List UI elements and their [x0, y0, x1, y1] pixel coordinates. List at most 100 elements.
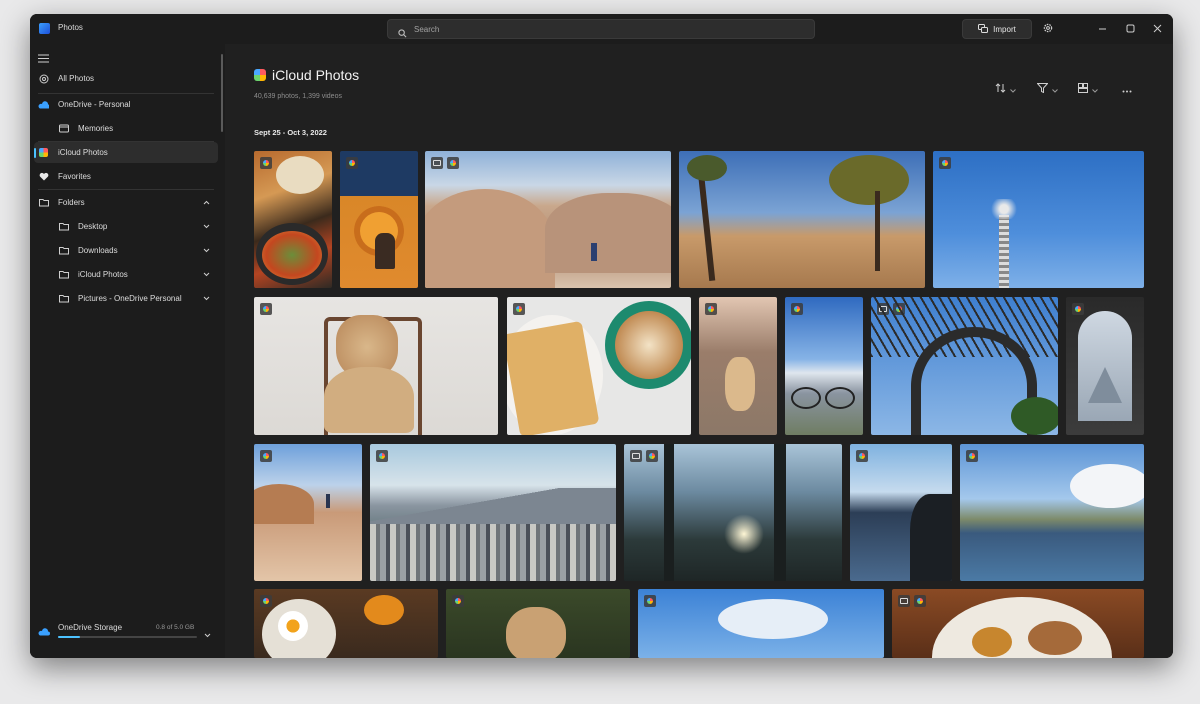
- sidebar-divider: [38, 189, 214, 190]
- search-box[interactable]: [387, 19, 815, 39]
- all-photos-icon: [38, 73, 49, 84]
- photos-app-icon: [39, 23, 50, 34]
- icloud-badge-icon: [513, 303, 525, 315]
- sidebar-item-label: Downloads: [78, 246, 118, 255]
- photo-thumbnail-puppy-street[interactable]: [699, 297, 777, 435]
- close-button[interactable]: [1148, 20, 1166, 38]
- onedrive-cloud-icon: [38, 623, 50, 641]
- photo-thumbnail-pizza-coffee[interactable]: [507, 297, 691, 435]
- icloud-badge-icon: [260, 157, 272, 169]
- icloud-badge-icon: [646, 450, 658, 462]
- menu-button[interactable]: [38, 50, 49, 68]
- page-title: iCloud Photos: [272, 67, 360, 83]
- icloud-badge-icon: [644, 595, 656, 607]
- heart-icon: [38, 171, 49, 182]
- icloud-badge-icon: [260, 303, 272, 315]
- filter-button[interactable]: [1036, 82, 1058, 96]
- settings-button[interactable]: [1039, 20, 1057, 38]
- minimize-button[interactable]: [1093, 20, 1111, 38]
- icloud-badge-icon: [447, 157, 459, 169]
- import-icon: [978, 23, 989, 35]
- sidebar-item-memories[interactable]: Memories: [34, 118, 218, 139]
- maximize-button[interactable]: [1121, 20, 1139, 38]
- chevron-down-icon[interactable]: [203, 294, 210, 303]
- sidebar-item-pictures-onedrive[interactable]: Pictures - OneDrive Personal: [34, 288, 218, 309]
- photos-window: Photos Import: [30, 14, 1173, 658]
- more-icon: [1122, 80, 1132, 98]
- sort-button[interactable]: [995, 82, 1016, 96]
- sidebar-scrollbar[interactable]: [221, 54, 223, 132]
- photo-thumbnail-eiffel-tower[interactable]: [871, 297, 1058, 435]
- storage-progress: [58, 636, 197, 638]
- import-button[interactable]: Import: [962, 19, 1032, 39]
- sidebar-item-label: Desktop: [78, 222, 108, 231]
- search-input[interactable]: [414, 23, 794, 36]
- sidebar-item-label: Favorites: [58, 172, 91, 181]
- sidebar-item-label: iCloud Photos: [58, 148, 108, 157]
- chevron-down-icon[interactable]: [203, 246, 210, 255]
- photo-thumbnail-louvre-arch[interactable]: [1066, 297, 1144, 435]
- photo-thumbnail-desert-rocks[interactable]: [425, 151, 671, 288]
- icloud-photos-icon: [38, 147, 49, 158]
- chevron-down-icon: [1092, 80, 1098, 98]
- title-bar: Photos Import: [30, 14, 1173, 44]
- chevron-down-icon[interactable]: [203, 270, 210, 279]
- search-icon: [398, 25, 407, 43]
- chevron-down-icon: [1010, 80, 1016, 98]
- photo-thumbnail-desert-hiker[interactable]: [254, 444, 362, 581]
- page-subtitle: 40,639 photos, 1,399 videos: [254, 93, 342, 100]
- photo-thumbnail-dog-outdoors[interactable]: [446, 589, 630, 658]
- sidebar-item-label: All Photos: [58, 74, 95, 83]
- photo-thumbnail-sea-coast[interactable]: [850, 444, 952, 581]
- icloud-badge-icon: [452, 595, 464, 607]
- photo-thumbnail-food[interactable]: [254, 151, 332, 288]
- sidebar-item-favorites[interactable]: Favorites: [34, 166, 218, 187]
- sidebar-item-label: OneDrive - Personal: [58, 100, 131, 109]
- sidebar-item-desktop[interactable]: Desktop: [34, 216, 218, 237]
- sidebar-item-onedrive[interactable]: OneDrive - Personal: [34, 94, 218, 115]
- storage-amount: 0.8 of 5.0 GB: [156, 624, 195, 631]
- photo-thumbnail-city-mountains[interactable]: [370, 444, 616, 581]
- date-group-heading: Sept 25 - Oct 3, 2022: [254, 128, 327, 137]
- photo-thumbnail-bikes-beach[interactable]: [785, 297, 863, 435]
- chevron-up-icon[interactable]: [203, 198, 210, 207]
- hamburger-icon: [38, 50, 49, 67]
- sidebar-item-all-photos[interactable]: All Photos: [34, 68, 218, 89]
- folder-icon: [38, 197, 49, 208]
- photo-thumbnail-plated-dish[interactable]: [892, 589, 1144, 658]
- photo-thumbnail-sky-clouds[interactable]: [638, 589, 884, 658]
- photo-thumbnail-joshua-trees[interactable]: [679, 151, 925, 288]
- close-icon: [1153, 20, 1162, 38]
- photo-thumbnail-orange-wall[interactable]: [340, 151, 418, 288]
- import-label: Import: [993, 24, 1016, 34]
- photo-thumbnail-lake-clouds[interactable]: [960, 444, 1144, 581]
- sidebar-item-folders[interactable]: Folders: [34, 192, 218, 213]
- sidebar-item-icloud-photos[interactable]: iCloud Photos: [34, 142, 218, 163]
- sidebar-item-label: Pictures - OneDrive Personal: [78, 294, 182, 303]
- layout-grid-icon: [1078, 80, 1088, 98]
- more-options-button[interactable]: [1122, 82, 1132, 96]
- folder-icon: [58, 221, 69, 232]
- photo-thumbnail-dog-chair[interactable]: [254, 297, 498, 435]
- icloud-badge-icon: [914, 595, 926, 607]
- video-badge-icon: [431, 157, 443, 169]
- sidebar: All Photos OneDrive - Personal Memories …: [30, 44, 225, 658]
- chevron-down-icon[interactable]: [204, 625, 211, 643]
- onedrive-storage[interactable]: OneDrive Storage 0.8 of 5.0 GB: [30, 619, 225, 658]
- video-badge-icon: [630, 450, 642, 462]
- maximize-icon: [1126, 20, 1135, 38]
- icloud-badge-icon: [705, 303, 717, 315]
- storage-progress-fill: [58, 636, 81, 638]
- icloud-badge-icon: [966, 450, 978, 462]
- icloud-badge-icon: [260, 595, 272, 607]
- folder-icon: [58, 293, 69, 304]
- sidebar-item-downloads[interactable]: Downloads: [34, 240, 218, 261]
- view-button[interactable]: [1078, 82, 1098, 96]
- gear-icon: [1043, 20, 1053, 38]
- onedrive-cloud-icon: [38, 99, 49, 110]
- sidebar-item-icloud-folder[interactable]: iCloud Photos: [34, 264, 218, 285]
- photo-thumbnail-forest-sunlight[interactable]: [624, 444, 842, 581]
- photo-thumbnail-breakfast[interactable]: [254, 589, 438, 658]
- chevron-down-icon[interactable]: [203, 222, 210, 231]
- photo-thumbnail-swing-ride[interactable]: [933, 151, 1144, 288]
